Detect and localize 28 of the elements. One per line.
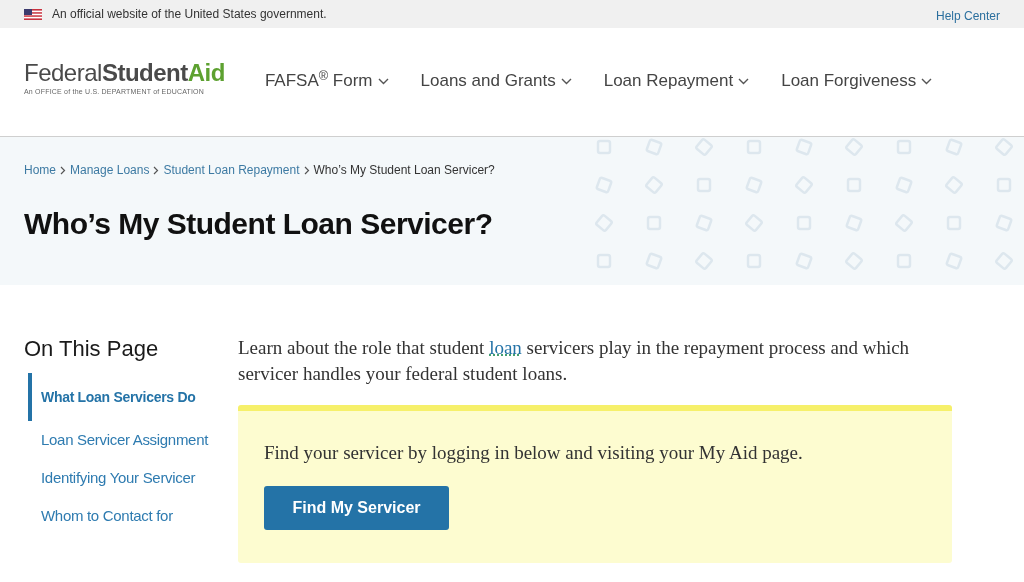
flag-icon	[24, 8, 42, 20]
breadcrumb-separator-icon	[153, 165, 160, 175]
page-title: Who’s My Student Loan Servicer?	[24, 206, 494, 242]
breadcrumb-separator-icon	[60, 165, 66, 175]
glossary-term[interactable]: loan	[489, 337, 522, 358]
chevron-icon	[921, 77, 933, 85]
breadcrumb-link[interactable]: Home	[24, 161, 56, 179]
sidebar-link[interactable]: Identifying Your Servicer	[28, 459, 214, 497]
gov-banner-text: An official website of the United States government.	[52, 6, 327, 23]
chevron-icon	[738, 77, 750, 85]
chevron-icon	[377, 77, 389, 85]
sidebar-link[interactable]: Whom to Contact for	[28, 497, 214, 535]
sidebar-title: On This Page	[24, 335, 160, 363]
callout-text: Find your servicer by logging in below and visiting your My Aid page.	[264, 441, 804, 465]
breadcrumb-link[interactable]: Manage Loans	[70, 161, 150, 179]
sidebar-link[interactable]: What Loan Servicers Do	[28, 373, 214, 421]
breadcrumb-link[interactable]: Student Loan Repayment	[163, 161, 300, 179]
breadcrumb-separator-icon	[303, 165, 310, 175]
sidebar-link[interactable]: Loan Servicer Assignment	[28, 421, 214, 459]
breadcrumb-current: Who’s My Student Loan Servicer?	[313, 162, 495, 179]
intro-paragraph: Learn about the role that student loan servicers play in the repayment process and which servicer handles your federal student loans.	[238, 336, 911, 386]
chevron-icon	[560, 77, 572, 85]
find-servicer-button[interactable]: Find My Servicer	[264, 485, 449, 530]
nav-menu-item[interactable]: Loan Forgiveness	[781, 68, 933, 94]
nav-menu-item[interactable]: Loan Repayment	[603, 68, 750, 94]
help-center-link[interactable]: Help Center	[935, 7, 1000, 25]
nav-menu-item[interactable]: Loans and Grants	[420, 68, 572, 94]
nav-menu-item[interactable]: FAFSA$^{®}$ Form	[264, 68, 389, 94]
